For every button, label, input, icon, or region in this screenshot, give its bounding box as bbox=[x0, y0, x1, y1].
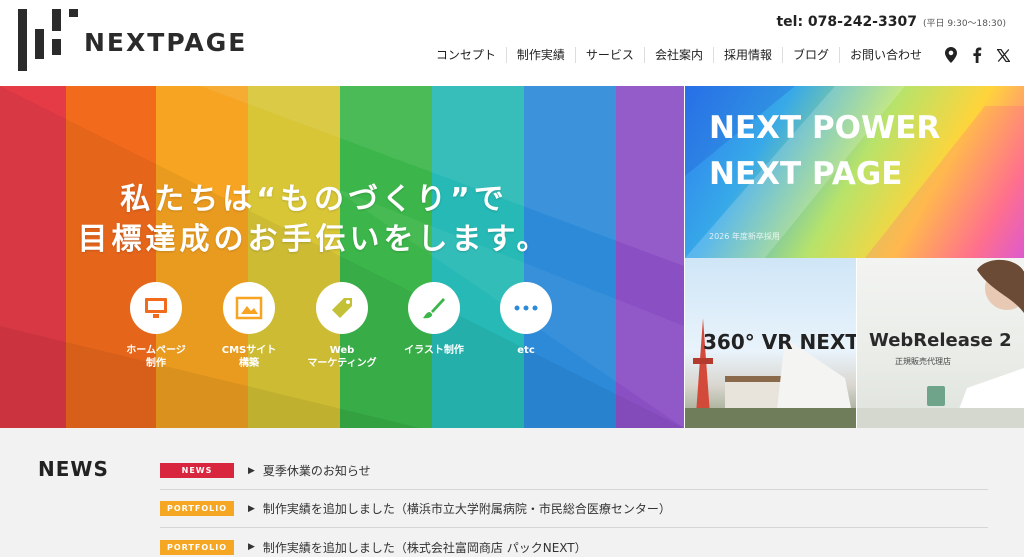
news-item[interactable]: PORTFOLIO ▶ 制作実績を追加しました（株式会社富岡商店 パックNEXT… bbox=[160, 528, 988, 557]
recruit-banner-sub: 2026 年度新卒採用 bbox=[709, 232, 780, 241]
service-cms[interactable]: CMSサイト 構築 bbox=[209, 282, 289, 370]
hero-headline-line1: 私たちは“ものづくり”で bbox=[120, 182, 508, 217]
news-item[interactable]: NEWS ▶ 夏季休業のお知らせ bbox=[160, 452, 988, 490]
nav-concept[interactable]: コンセプト bbox=[426, 47, 506, 63]
service-label: マーケティング bbox=[307, 358, 377, 369]
service-label: Web bbox=[329, 345, 355, 356]
seo-tag-icon bbox=[316, 282, 368, 334]
news-badge: NEWS bbox=[160, 463, 234, 478]
logo-mark bbox=[18, 5, 78, 73]
news-section: NEWS NEWS ▶ 夏季休業のお知らせ PORTFOLIO ▶ 制作実績を追… bbox=[0, 428, 1024, 557]
recruit-banner-line2: NEXT PAGE bbox=[709, 156, 903, 192]
image-window-icon bbox=[223, 282, 275, 334]
nav-blog[interactable]: ブログ bbox=[781, 47, 839, 63]
brush-icon bbox=[408, 282, 460, 334]
news-badge: PORTFOLIO bbox=[160, 539, 234, 555]
webrelease-title: WebRelease 2 bbox=[869, 330, 1012, 351]
logo-text: NEXTPAGE bbox=[84, 27, 248, 57]
logo[interactable]: NEXTPAGE bbox=[18, 4, 247, 74]
map-pin-icon[interactable] bbox=[944, 47, 958, 63]
service-label: ホームページ bbox=[126, 345, 186, 356]
recruit-banner[interactable]: NEXT POWER NEXT PAGE 2026 年度新卒採用 bbox=[685, 86, 1024, 258]
phone-info: tel: 078-242-3307 (平日 9:30〜18:30) bbox=[776, 14, 1006, 30]
service-etc[interactable]: etc bbox=[486, 282, 566, 357]
vr-next-title: 360° VR NEXT bbox=[703, 330, 856, 354]
nav-contact[interactable]: お問い合わせ bbox=[838, 47, 932, 63]
service-web-marketing[interactable]: Web マーケティング bbox=[302, 282, 382, 370]
nav-works[interactable]: 制作実績 bbox=[505, 47, 575, 63]
monitor-icon bbox=[130, 282, 182, 334]
webrelease-banner[interactable]: WebRelease 2 正規販売代理店 bbox=[857, 258, 1024, 428]
service-label: イラスト制作 bbox=[404, 345, 464, 356]
x-icon[interactable] bbox=[996, 47, 1010, 63]
recruit-banner-line1: NEXT POWER bbox=[709, 110, 941, 146]
vr-next-banner[interactable]: 360° VR NEXT bbox=[685, 258, 856, 428]
nav-recruit[interactable]: 採用情報 bbox=[712, 47, 782, 63]
nav-company[interactable]: 会社案内 bbox=[643, 47, 713, 63]
webrelease-sub: 正規販売代理店 bbox=[895, 357, 951, 366]
news-heading: NEWS bbox=[38, 457, 109, 481]
business-hours: (平日 9:30〜18:30) bbox=[922, 19, 1006, 29]
service-label: etc bbox=[517, 345, 535, 356]
chevron-right-icon: ▶ bbox=[248, 503, 255, 514]
hero-banner: 私たちは“ものづくり”で 目標達成のお手伝いをします。 ホームページ 制作 CMS… bbox=[0, 86, 684, 428]
phone-number[interactable]: tel: 078-242-3307 bbox=[776, 14, 917, 30]
nav-services[interactable]: サービス bbox=[574, 47, 644, 63]
global-nav: コンセプト 制作実績 サービス 会社案内 採用情報 ブログ お問い合わせ bbox=[426, 44, 1010, 66]
service-label: 制作 bbox=[146, 358, 166, 369]
news-item-text: 制作実績を追加しました（株式会社富岡商店 パックNEXT） bbox=[262, 540, 587, 555]
news-item-text: 夏季休業のお知らせ bbox=[262, 464, 371, 478]
more-dots-icon bbox=[500, 282, 552, 334]
service-label: CMSサイト bbox=[221, 345, 277, 356]
chevron-right-icon: ▶ bbox=[248, 542, 255, 552]
news-item-text: 制作実績を追加しました（横浜市立大学附属病院・市民総合医療センター） bbox=[262, 502, 671, 516]
site-header: NEXTPAGE tel: 078-242-3307 (平日 9:30〜18:3… bbox=[0, 0, 1024, 86]
news-item[interactable]: PORTFOLIO ▶ 制作実績を追加しました（横浜市立大学附属病院・市民総合医… bbox=[160, 490, 988, 528]
news-badge: PORTFOLIO bbox=[160, 501, 234, 516]
hero-headline-line2: 目標達成のお手伝いをします。 bbox=[77, 222, 551, 257]
service-label: 構築 bbox=[239, 358, 259, 369]
facebook-icon[interactable] bbox=[970, 47, 984, 63]
chevron-right-icon: ▶ bbox=[248, 465, 255, 476]
service-illustration[interactable]: イラスト制作 bbox=[394, 282, 474, 357]
service-homepage[interactable]: ホームページ 制作 bbox=[116, 282, 196, 370]
